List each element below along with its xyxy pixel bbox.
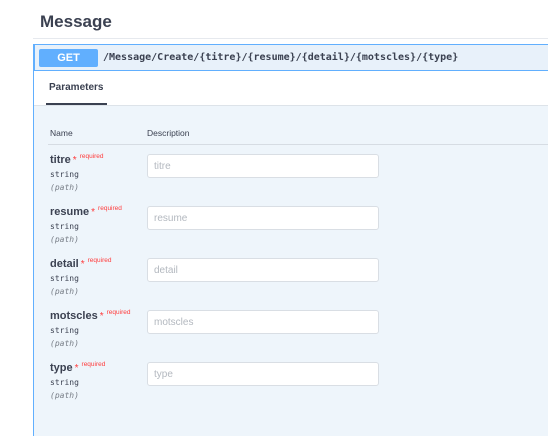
required-star: * <box>99 311 104 322</box>
required-star: * <box>72 155 77 166</box>
parameter-location: (path) <box>50 339 79 348</box>
parameters-tab-header: Parameters <box>34 71 548 106</box>
titre-input[interactable] <box>147 154 379 178</box>
required-label: required <box>106 309 131 316</box>
type-input[interactable] <box>147 362 379 386</box>
parameter-name: motscles <box>50 310 98 322</box>
http-method-badge: GET <box>39 49 98 67</box>
title-divider <box>33 38 548 39</box>
motscles-input[interactable] <box>147 310 379 334</box>
required-star: * <box>91 207 96 218</box>
parameter-row-motscles: motscles * required string (path) <box>50 309 530 348</box>
required-label: required <box>79 153 104 160</box>
required-star: * <box>80 259 85 270</box>
column-header-name: Name <box>50 128 73 138</box>
endpoint-path: /Message/Create/{titre}/{resume}/{detail… <box>103 52 459 63</box>
parameter-name: type <box>50 362 73 374</box>
parameter-location: (path) <box>50 235 79 244</box>
operation-block: GET /Message/Create/{titre}/{resume}/{de… <box>33 44 548 436</box>
parameter-location: (path) <box>50 287 79 296</box>
required-star: * <box>74 363 79 374</box>
header-divider <box>48 144 548 145</box>
required-label: required <box>98 205 122 212</box>
resume-input[interactable] <box>147 206 379 230</box>
parameter-name: resume <box>50 206 90 218</box>
parameter-location: (path) <box>50 391 79 400</box>
required-label: required <box>81 361 106 368</box>
tab-parameters[interactable]: Parameters <box>49 82 103 93</box>
parameter-row-type: type * required string (path) <box>50 361 530 400</box>
parameter-row-resume: resume * required string (path) <box>50 205 530 244</box>
operation-summary[interactable]: GET /Message/Create/{titre}/{resume}/{de… <box>34 44 548 71</box>
parameter-name: titre <box>50 154 71 166</box>
column-header-description: Description <box>147 128 190 138</box>
parameter-name: detail <box>50 258 79 270</box>
section-title[interactable]: Message <box>40 12 112 32</box>
required-label: required <box>87 257 112 264</box>
parameter-row-detail: detail * required string (path) <box>50 257 530 296</box>
detail-input[interactable] <box>147 258 379 282</box>
parameter-row-titre: titre * required string (path) <box>50 153 530 192</box>
active-tab-indicator <box>46 103 107 105</box>
parameter-location: (path) <box>50 183 79 192</box>
